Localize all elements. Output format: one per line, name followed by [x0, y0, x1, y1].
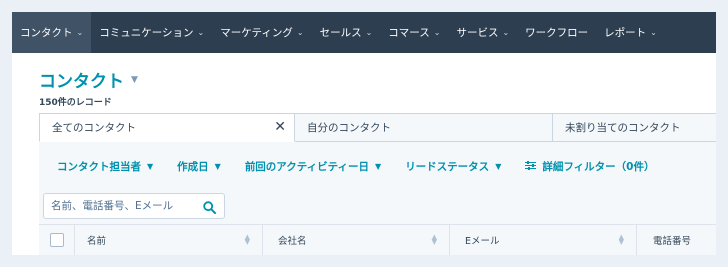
filter-label: 詳細フィルター（0件） — [542, 161, 655, 173]
nav-item-label: コミュニケーション — [99, 27, 194, 39]
search-area — [39, 191, 716, 224]
caret-down-icon[interactable]: ▼ — [131, 75, 138, 85]
chevron-down-icon: ⌄ — [296, 28, 304, 37]
search-input[interactable] — [44, 194, 194, 218]
column-header-email[interactable]: Eメール ▲ ▼ — [450, 225, 637, 255]
column-header-phone[interactable]: 電話番号 — [637, 225, 716, 255]
title-row: コンタクト ▼ — [39, 67, 716, 92]
tab-label: 全てのコンタクト — [52, 122, 136, 134]
nav-item-workflows[interactable]: ワークフロー — [517, 12, 596, 53]
column-label: 電話番号 — [653, 236, 692, 247]
record-count: 150件のレコード — [39, 98, 112, 108]
filter-lead-status[interactable]: リードステータス ▼ — [405, 159, 501, 174]
filter-create-date[interactable]: 作成日 ▼ — [177, 159, 221, 174]
nav-item-label: サービス — [456, 27, 499, 39]
page-title[interactable]: コンタクト — [39, 67, 124, 92]
search-box — [43, 193, 225, 219]
nav-item-service[interactable]: サービス ⌄ — [448, 12, 517, 53]
filter-label: コンタクト担当者 — [57, 161, 141, 173]
caret-down-icon: ▼ — [214, 162, 221, 171]
sort-icon[interactable]: ▲ ▼ — [245, 234, 250, 246]
tab-label: 自分のコンタクト — [307, 122, 391, 134]
sort-icon[interactable]: ▲ ▼ — [432, 234, 437, 246]
filter-contact-owner[interactable]: コンタクト担当者 ▼ — [57, 159, 153, 174]
nav-item-label: マーケティング — [220, 27, 293, 39]
chevron-down-icon: ⌄ — [433, 28, 441, 37]
select-all-cell — [39, 225, 75, 255]
nav-item-label: コンタクト — [20, 27, 73, 39]
nav-item-contacts[interactable]: コンタクト ⌄ — [12, 12, 92, 53]
column-label: Eメール — [465, 236, 500, 247]
tab-my-contacts[interactable]: 自分のコンタクト — [295, 113, 553, 142]
nav-item-sales[interactable]: セールス ⌄ — [312, 12, 381, 53]
close-icon[interactable]: ✕ — [274, 120, 286, 134]
column-label: 会社名 — [278, 236, 307, 247]
nav-item-reports[interactable]: レポート ⌄ — [596, 12, 665, 53]
chevron-down-icon: ⌄ — [650, 28, 657, 37]
nav-item-marketing[interactable]: マーケティング ⌄ — [212, 12, 311, 53]
top-navigation: コンタクト ⌄ コミュニケーション ⌄ マーケティング ⌄ セールス ⌄ コマー… — [12, 12, 716, 53]
caret-down-icon: ▼ — [375, 162, 382, 171]
caret-down-icon: ▼ — [495, 162, 502, 171]
table-header: 名前 ▲ ▼ 会社名 ▲ ▼ Eメール ▲ ▼ 電話番号 — [39, 224, 716, 255]
nav-item-label: ワークフロー — [525, 27, 589, 39]
caret-down-icon: ▼ — [147, 162, 154, 171]
search-icon[interactable] — [203, 199, 216, 218]
tab-all-contacts[interactable]: 全てのコンタクト ✕ — [39, 113, 295, 142]
filter-label: リードステータス — [405, 161, 490, 173]
select-all-checkbox[interactable] — [49, 233, 64, 247]
page-header: コンタクト ▼ 150件のレコード — [12, 53, 716, 113]
nav-item-commerce[interactable]: コマース ⌄ — [380, 12, 448, 53]
app-frame: コンタクト ⌄ コミュニケーション ⌄ マーケティング ⌄ セールス ⌄ コマー… — [12, 12, 716, 255]
column-label: 名前 — [87, 236, 107, 247]
nav-item-label: セールス — [319, 27, 362, 39]
column-header-company[interactable]: 会社名 ▲ ▼ — [263, 225, 450, 255]
filter-bar: コンタクト担当者 ▼ 作成日 ▼ 前回のアクティビティー日 ▼ リードステータス… — [39, 142, 716, 191]
sort-icon[interactable]: ▲ ▼ — [619, 234, 624, 246]
chevron-down-icon: ⌄ — [76, 28, 84, 37]
filter-label: 作成日 — [177, 161, 209, 173]
nav-item-label: レポート — [604, 27, 647, 39]
filter-last-activity-date[interactable]: 前回のアクティビティー日 ▼ — [245, 159, 381, 174]
chevron-down-icon: ⌄ — [197, 28, 205, 37]
nav-item-conversations[interactable]: コミュニケーション ⌄ — [91, 12, 212, 53]
chevron-down-icon: ⌄ — [502, 28, 510, 37]
advanced-filters-button[interactable]: 詳細フィルター（0件） — [525, 159, 654, 174]
nav-item-label: コマース — [388, 27, 430, 39]
view-tabs: 全てのコンタクト ✕ 自分のコンタクト 未割り当てのコンタクト — [39, 113, 716, 142]
tab-label: 未割り当てのコンタクト — [565, 122, 681, 134]
sliders-icon — [525, 160, 537, 173]
tab-unassigned-contacts[interactable]: 未割り当てのコンタクト — [553, 113, 716, 142]
column-header-name[interactable]: 名前 ▲ ▼ — [75, 225, 263, 255]
chevron-down-icon: ⌄ — [365, 28, 373, 37]
filter-label: 前回のアクティビティー日 — [244, 161, 370, 173]
